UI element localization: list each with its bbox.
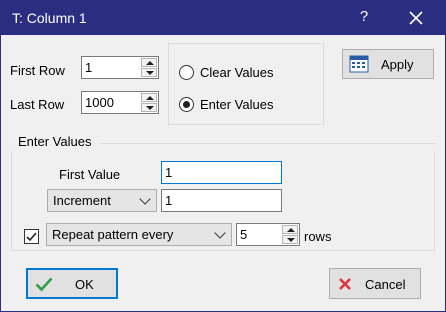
first-row-up-button[interactable] (141, 58, 157, 67)
check-icon (26, 232, 37, 242)
title-bar: T: Column 1 ? (1, 1, 445, 35)
first-value-label: First Value (59, 167, 121, 182)
apply-label: Apply (381, 57, 414, 72)
first-row-stepper[interactable]: 1 (81, 56, 159, 79)
close-icon[interactable] (405, 7, 427, 29)
clear-values-radio[interactable] (179, 65, 194, 80)
cancel-x-icon (339, 278, 351, 290)
increment-input[interactable]: 1 (161, 189, 282, 212)
increment-value-text: 1 (165, 193, 173, 208)
first-value-input[interactable]: 1 (161, 161, 282, 184)
window-title: T: Column 1 (12, 10, 87, 26)
last-row-stepper[interactable]: 1000 (81, 91, 159, 114)
enter-values-radio[interactable] (179, 97, 194, 112)
chevron-down-icon (139, 193, 151, 205)
repeat-count-value: 5 (240, 227, 248, 242)
last-row-label: Last Row (10, 97, 65, 112)
dialog-window: T: Column 1 ? First Row 1 Last Row 1000 … (0, 0, 446, 312)
last-row-up-button[interactable] (141, 93, 157, 102)
enter-values-group-label: Enter Values (18, 134, 92, 149)
checkmark-icon (35, 277, 53, 292)
first-value-text: 1 (165, 165, 173, 180)
clear-values-label[interactable]: Clear Values (200, 65, 273, 80)
last-row-down-button[interactable] (141, 103, 157, 112)
ok-label: OK (75, 277, 94, 292)
last-row-value: 1000 (85, 95, 114, 110)
repeat-pattern-select-value: Repeat pattern every (52, 227, 174, 242)
increment-select-value: Increment (53, 193, 111, 208)
repeat-count-down-button[interactable] (282, 235, 298, 244)
ok-button[interactable]: OK (26, 268, 118, 299)
calendar-icon (349, 55, 369, 73)
increment-select[interactable]: Increment (47, 189, 157, 212)
enter-values-label[interactable]: Enter Values (200, 97, 273, 112)
first-row-value: 1 (85, 60, 93, 75)
repeat-pattern-select[interactable]: Repeat pattern every (46, 223, 232, 246)
cancel-label: Cancel (365, 277, 406, 292)
chevron-down-icon (214, 227, 226, 239)
rows-label: rows (304, 229, 332, 244)
repeat-count-stepper[interactable]: 5 (236, 223, 300, 246)
group-header-line (101, 143, 435, 144)
mode-group (168, 43, 324, 125)
cancel-button[interactable]: Cancel (329, 268, 421, 299)
first-row-label: First Row (10, 63, 65, 78)
help-button[interactable]: ? (355, 7, 373, 27)
repeat-count-up-button[interactable] (282, 225, 298, 234)
first-row-down-button[interactable] (141, 68, 157, 77)
repeat-checkbox[interactable] (24, 229, 39, 244)
apply-button[interactable]: Apply (342, 49, 434, 79)
